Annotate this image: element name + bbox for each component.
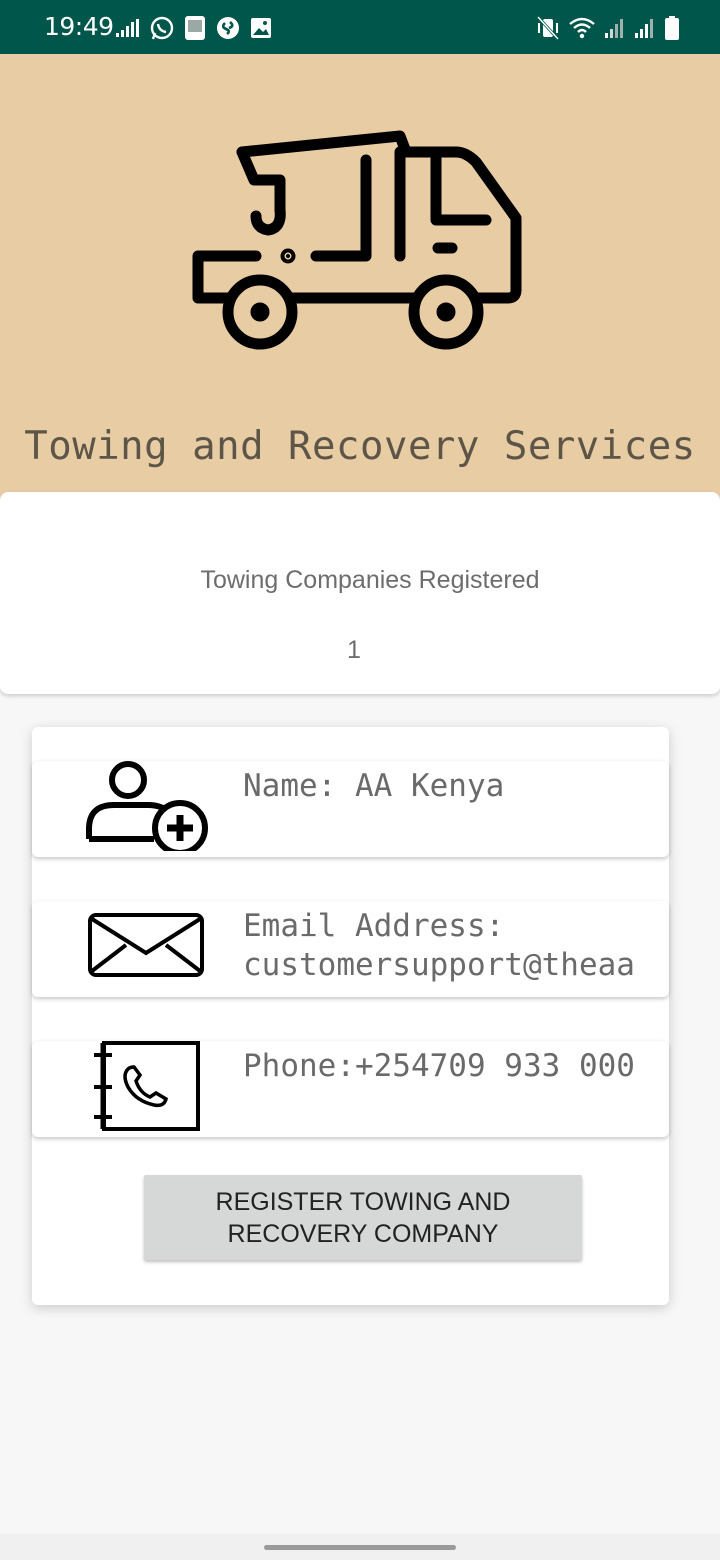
home-gesture-handle[interactable] <box>264 1545 456 1550</box>
register-company-button[interactable]: REGISTER TOWING AND RECOVERY COMPANY <box>144 1175 582 1260</box>
notification-icons <box>115 14 273 42</box>
signal-bars-icon <box>116 19 139 37</box>
battery-icon <box>665 16 679 40</box>
system-icons <box>536 14 680 42</box>
company-email-row[interactable]: Email Address: customersupport@theaa <box>32 901 669 997</box>
tow-truck-icon <box>192 130 522 350</box>
status-bar: 19:49 <box>0 0 720 54</box>
cell-signal-icon <box>605 19 623 38</box>
company-phone-row[interactable]: Phone:+254709 933 000 <box>32 1041 669 1137</box>
company-phone: Phone:+254709 933 000 <box>243 1048 635 1084</box>
company-name: Name: AA Kenya <box>243 768 505 804</box>
gallery-icon <box>251 18 271 38</box>
navigation-bar <box>0 1534 720 1560</box>
company-card: Name: AA Kenya Email Address: customersu… <box>32 727 669 1305</box>
add-user-icon <box>86 761 208 851</box>
company-email: Email Address: customersupport@theaa <box>243 908 635 983</box>
cell-signal-icon <box>635 19 653 38</box>
whatsapp-icon <box>150 16 174 40</box>
companies-stats-card: Towing Companies Registered 1 <box>0 492 720 694</box>
envelope-icon <box>88 913 204 977</box>
bible-app-icon <box>185 16 205 40</box>
header-banner: Towing and Recovery Services <box>0 54 720 506</box>
stats-label: Towing Companies Registered <box>200 566 540 594</box>
wifi-icon <box>569 17 595 39</box>
stats-count: 1 <box>347 636 361 664</box>
page-title: Towing and Recovery Services <box>24 424 696 469</box>
shazam-icon <box>217 17 239 39</box>
phone-book-icon <box>94 1041 200 1131</box>
company-name-row[interactable]: Name: AA Kenya <box>32 761 669 857</box>
vibrate-mute-icon <box>536 15 560 41</box>
status-time: 19:49 <box>44 12 114 41</box>
